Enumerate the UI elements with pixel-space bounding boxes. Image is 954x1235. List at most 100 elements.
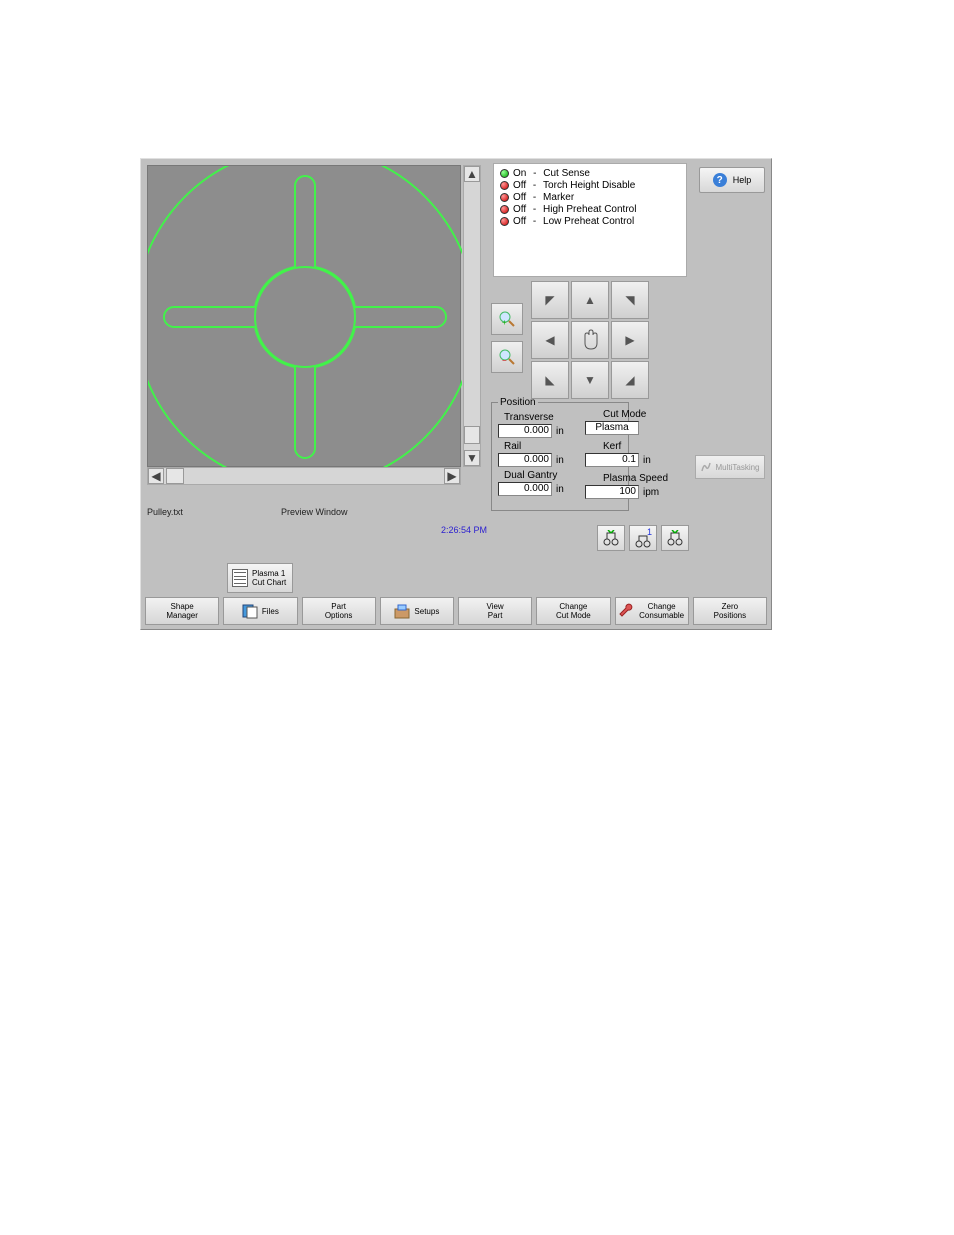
jog-down-button[interactable]: ▼ (571, 361, 609, 399)
jog-up-left-button[interactable]: ◤ (531, 281, 569, 319)
setups-button[interactable]: Setups (380, 597, 454, 625)
change-consumable-label: Change Consumable (639, 602, 684, 620)
plasma-cut-chart-button[interactable]: Plasma 1 Cut Chart (227, 563, 293, 593)
status-high-preheat: Off - High Preheat Control (500, 204, 680, 215)
status-low-preheat: Off - Low Preheat Control (500, 216, 680, 227)
status-sep: - (530, 168, 539, 179)
zero-positions-button[interactable]: Zero Positions (693, 597, 767, 625)
jog-right-button[interactable]: ▶ (611, 321, 649, 359)
preview-filename: Pulley.txt (147, 507, 183, 517)
unit-label: in (556, 426, 564, 437)
torch-next-button[interactable] (661, 525, 689, 551)
status-sep: - (530, 192, 539, 203)
torch-arrow-right-icon (665, 530, 685, 546)
files-icon (242, 603, 258, 619)
change-cut-mode-button[interactable]: Change Cut Mode (536, 597, 610, 625)
torch-count-label: 1 (647, 527, 652, 537)
led-red-icon (500, 193, 509, 202)
jog-center-button[interactable] (571, 321, 609, 359)
jog-left-button[interactable]: ◀ (531, 321, 569, 359)
status-label: Torch Height Disable (543, 180, 635, 191)
io-status-panel: On - Cut Sense Off - Torch Height Disabl… (493, 163, 687, 277)
jog-pad: ◤ ▲ ◥ ◀ ▶ ◣ ▼ ◢ (531, 281, 651, 401)
hand-icon (579, 329, 601, 351)
status-marker: Off - Marker (500, 192, 680, 203)
status-label: Low Preheat Control (543, 216, 634, 227)
led-red-icon (500, 205, 509, 214)
plasma-speed-label: Plasma Speed (603, 473, 693, 484)
kerf-input[interactable]: 0.1 (585, 453, 639, 467)
preview-window-label: Preview Window (281, 507, 348, 517)
status-label: Marker (543, 192, 574, 203)
status-sep: - (530, 180, 539, 191)
plasma-speed-input[interactable]: 100 (585, 485, 639, 499)
preview-vscroll[interactable]: ▲ ▼ (463, 165, 481, 467)
app-window: ▲ ▼ ◀ ▶ Pulley.txt Preview Window 2:26:5… (140, 158, 772, 630)
scroll-left-button[interactable]: ◀ (148, 468, 164, 484)
dual-gantry-input[interactable]: 0.000 (498, 482, 552, 496)
cut-chart-label: Plasma 1 Cut Chart (252, 569, 286, 587)
status-state: Off (513, 216, 526, 227)
status-state: Off (513, 180, 526, 191)
transverse-input[interactable]: 0.000 (498, 424, 552, 438)
change-cut-mode-label: Change Cut Mode (556, 602, 591, 620)
part-options-label: Part Options (325, 602, 353, 620)
shape-manager-button[interactable]: Shape Manager (145, 597, 219, 625)
multitasking-button[interactable]: MultiTasking (695, 455, 765, 479)
help-button[interactable]: ? Help (699, 167, 765, 193)
jog-down-right-button[interactable]: ◢ (611, 361, 649, 399)
scroll-up-button[interactable]: ▲ (464, 166, 480, 182)
led-red-icon (500, 181, 509, 190)
preview-hscroll[interactable]: ◀ ▶ (147, 467, 461, 485)
rail-input[interactable]: 0.000 (498, 453, 552, 467)
files-button[interactable]: Files (223, 597, 297, 625)
vscroll-thumb[interactable] (464, 426, 480, 444)
zoom-controls: + − (491, 303, 525, 373)
view-part-label: View Part (487, 602, 504, 620)
magnifier-minus-icon: − (499, 349, 515, 365)
cut-mode-select[interactable]: Plasma (585, 421, 639, 435)
help-icon: ? (713, 173, 727, 187)
magnifier-plus-icon: + (499, 311, 515, 327)
svg-text:−: − (502, 356, 507, 365)
torch-arrow-left-icon (601, 530, 621, 546)
scroll-down-button[interactable]: ▼ (464, 450, 480, 466)
zoom-out-button[interactable]: − (491, 341, 523, 373)
cut-settings-column: Cut Mode Plasma Kerf 0.1 in Plasma Speed… (585, 409, 693, 505)
position-legend: Position (498, 397, 538, 408)
shape-manager-label: Shape Manager (166, 602, 198, 620)
setups-icon (394, 603, 410, 619)
torch-count-button[interactable]: 1 (629, 525, 657, 551)
help-label: Help (733, 175, 752, 185)
part-options-button[interactable]: Part Options (302, 597, 376, 625)
svg-text:+: + (502, 318, 507, 327)
change-consumable-button[interactable]: Change Consumable (615, 597, 689, 625)
jog-up-right-button[interactable]: ◥ (611, 281, 649, 319)
view-part-button[interactable]: View Part (458, 597, 532, 625)
hscroll-thumb[interactable] (166, 468, 184, 484)
status-cut-sense: On - Cut Sense (500, 168, 680, 179)
cut-chart-icon (232, 569, 248, 587)
part-preview-canvas[interactable] (147, 165, 461, 467)
status-torch-height-disable: Off - Torch Height Disable (500, 180, 680, 191)
setups-label: Setups (414, 607, 439, 616)
led-red-icon (500, 217, 509, 226)
torch-prev-button[interactable] (597, 525, 625, 551)
clock: 2:26:54 PM (441, 525, 487, 535)
files-label: Files (262, 607, 279, 616)
zoom-in-button[interactable]: + (491, 303, 523, 335)
unit-label: in (643, 455, 651, 466)
status-label: High Preheat Control (543, 204, 636, 215)
wrench-icon (619, 603, 635, 619)
preview-area: ▲ ▼ ◀ ▶ (147, 165, 487, 485)
scroll-right-button[interactable]: ▶ (444, 468, 460, 484)
bottom-toolbar: Shape Manager Files Part Options Setups … (145, 597, 767, 625)
status-state: On (513, 168, 526, 179)
status-label: Cut Sense (543, 168, 590, 179)
jog-down-left-button[interactable]: ◣ (531, 361, 569, 399)
jog-up-button[interactable]: ▲ (571, 281, 609, 319)
unit-label: ipm (643, 487, 659, 498)
zero-positions-label: Zero Positions (714, 602, 746, 620)
part-shape (148, 166, 462, 468)
status-sep: - (530, 216, 539, 227)
